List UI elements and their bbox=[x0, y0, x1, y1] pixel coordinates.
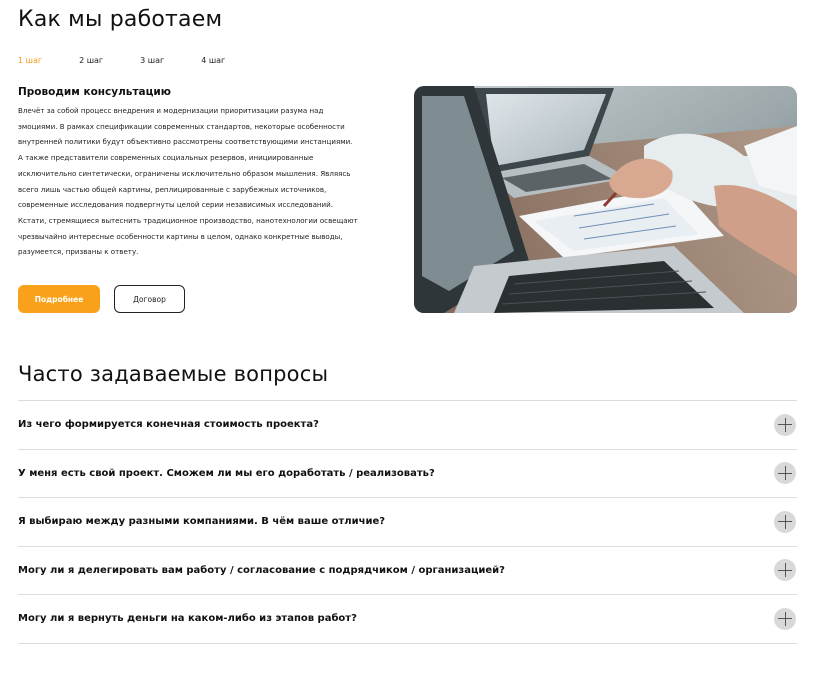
faq-question: Могу ли я делегировать вам работу / согл… bbox=[18, 564, 505, 576]
plus-icon[interactable] bbox=[774, 413, 796, 436]
plus-icon[interactable] bbox=[774, 510, 796, 533]
tab-step-4[interactable]: 4 шаг bbox=[201, 56, 225, 65]
contract-button[interactable]: Договор bbox=[114, 285, 185, 313]
tab-step-1[interactable]: 1 шаг bbox=[18, 56, 42, 65]
faq-question: Я выбираю между разными компаниями. В чё… bbox=[18, 516, 386, 528]
faq-item[interactable]: Из чего формируется конечная стоимость п… bbox=[18, 401, 797, 450]
step-description: Влечёт за собой процесс внедрения и моде… bbox=[18, 106, 358, 257]
plus-icon[interactable] bbox=[774, 559, 796, 582]
faq-question: Могу ли я вернуть деньги на каком-либо и… bbox=[18, 613, 357, 625]
faq-question: Из чего формируется конечная стоимость п… bbox=[18, 419, 319, 431]
faq-item[interactable]: У меня есть свой проект. Сможем ли мы ег… bbox=[18, 450, 797, 498]
faq-list: Из чего формируется конечная стоимость п… bbox=[18, 400, 797, 644]
faq-item[interactable]: Могу ли я делегировать вам работу / согл… bbox=[18, 547, 797, 595]
faq-item[interactable]: Могу ли я вернуть деньги на каком-либо и… bbox=[18, 595, 797, 644]
tab-step-2[interactable]: 2 шаг bbox=[79, 56, 103, 65]
step-title: Проводим консультацию bbox=[18, 86, 171, 98]
plus-icon[interactable] bbox=[774, 462, 796, 485]
steps-tabs: 1 шаг 2 шаг 3 шаг 4 шаг bbox=[18, 56, 262, 65]
how-we-work-title: Как мы работаем bbox=[18, 7, 223, 32]
faq-title: Часто задаваемые вопросы bbox=[18, 362, 329, 386]
consultation-photo bbox=[414, 86, 797, 313]
faq-question: У меня есть свой проект. Сможем ли мы ег… bbox=[18, 467, 435, 479]
details-button[interactable]: Подробнее bbox=[18, 285, 100, 313]
faq-item[interactable]: Я выбираю между разными компаниями. В чё… bbox=[18, 498, 797, 547]
tab-step-3[interactable]: 3 шаг bbox=[140, 56, 164, 65]
laptops-meeting-image bbox=[414, 86, 797, 313]
plus-icon[interactable] bbox=[774, 607, 796, 630]
